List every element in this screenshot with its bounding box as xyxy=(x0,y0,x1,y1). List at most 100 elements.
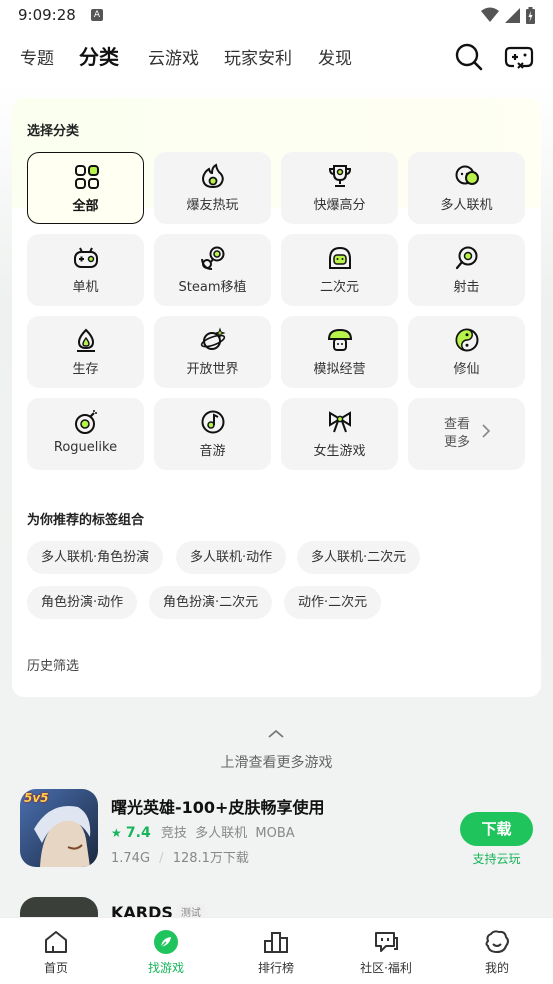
history-filter-title: 历史筛选 xyxy=(27,659,80,674)
tab-cloud-games[interactable]: 云游戏 xyxy=(148,44,199,69)
category-roguelike[interactable]: Roguelike xyxy=(27,398,144,470)
category-cultivation[interactable]: 修仙 xyxy=(408,316,525,388)
category-survival[interactable]: 生存 xyxy=(27,316,144,388)
trophy-icon xyxy=(328,165,352,187)
category-card: 选择分类 全部 爆友热玩 快爆高分 多人联机 单机 Steam移植 二次元 射击… xyxy=(12,98,541,697)
nav-home[interactable]: 首页 xyxy=(1,918,111,984)
category-see-more[interactable]: 查看更多 xyxy=(408,398,525,470)
nav-label: 我的 xyxy=(484,961,509,975)
game-icon[interactable]: 5v5 xyxy=(20,789,98,867)
tab-topics[interactable]: 专题 xyxy=(20,44,54,69)
wifi-icon xyxy=(481,7,499,22)
see-more-label: 查看更多 xyxy=(444,417,471,450)
category-label: 单机 xyxy=(72,280,99,295)
tag-chip[interactable]: 动作·二次元 xyxy=(284,586,382,619)
select-category-title: 选择分类 xyxy=(27,124,80,139)
category-label: Steam移植 xyxy=(178,280,247,295)
category-open-world[interactable]: 开放世界 xyxy=(154,316,271,388)
game-icon-badge: 5v5 xyxy=(24,791,49,805)
game-tags: 竞技 多人联机 MOBA xyxy=(160,826,295,841)
nav-community[interactable]: 社区·福利 xyxy=(331,918,441,984)
category-label: 模拟经营 xyxy=(313,362,366,377)
bow-icon xyxy=(329,411,351,433)
anime-icon xyxy=(329,246,351,269)
category-label: 二次元 xyxy=(319,280,359,295)
tag-chip[interactable]: 角色扮演·动作 xyxy=(27,586,138,619)
nav-find-game[interactable]: 找游戏 xyxy=(111,918,221,984)
download-button[interactable]: 下载 xyxy=(460,812,533,846)
category-rhythm[interactable]: 音游 xyxy=(154,398,271,470)
status-bar: 9:09:28 A xyxy=(0,0,553,30)
search-icon[interactable] xyxy=(454,42,484,72)
steam-icon xyxy=(201,246,225,270)
nav-label: 首页 xyxy=(43,961,68,975)
tab-player-picks[interactable]: 玩家安利 xyxy=(224,44,292,69)
category-label: 生存 xyxy=(72,362,99,377)
planet-icon xyxy=(200,327,226,350)
category-label: 修仙 xyxy=(453,362,480,377)
nav-label: 社区·福利 xyxy=(360,961,412,975)
category-label: 多人联机 xyxy=(440,198,493,213)
category-simulation[interactable]: 模拟经营 xyxy=(281,316,398,388)
category-label: Roguelike xyxy=(53,440,118,455)
game-size: 1.74G xyxy=(111,851,151,866)
star-icon: ★ xyxy=(111,826,122,840)
signal-icon xyxy=(505,7,520,23)
tag-chip[interactable]: 角色扮演·二次元 xyxy=(149,586,273,619)
category-anime[interactable]: 二次元 xyxy=(281,234,398,306)
find-game-icon xyxy=(154,930,178,954)
music-icon xyxy=(201,410,225,434)
campfire-icon xyxy=(77,328,95,352)
category-label: 开放世界 xyxy=(186,362,239,377)
fire-icon xyxy=(201,163,224,189)
nav-profile[interactable]: 我的 xyxy=(442,918,552,984)
chevron-up-icon xyxy=(268,729,284,738)
nav-label: 找游戏 xyxy=(147,961,184,975)
gamepad-icon xyxy=(74,247,98,268)
profile-icon xyxy=(485,930,509,954)
top-tab-bar: 专题 分类 云游戏 玩家安利 发现 xyxy=(0,38,553,78)
taiji-icon xyxy=(455,328,479,352)
game-downloads: 128.1万下载 xyxy=(172,851,249,866)
category-steam-port[interactable]: Steam移植 xyxy=(154,234,271,306)
tag-chip[interactable]: 多人联机·角色扮演 xyxy=(27,541,164,574)
game-meta: ★ 7.4 竞技 多人联机 MOBA xyxy=(111,822,295,841)
category-top-rated[interactable]: 快爆高分 xyxy=(281,152,398,224)
shoot-icon xyxy=(455,246,478,270)
tag-chip[interactable]: 多人联机·二次元 xyxy=(297,541,421,574)
ranking-icon xyxy=(264,932,288,953)
chevron-right-icon xyxy=(482,424,490,438)
category-label: 全部 xyxy=(72,199,99,214)
category-shooter[interactable]: 射击 xyxy=(408,234,525,306)
category-label: 音游 xyxy=(199,444,226,459)
community-icon xyxy=(375,932,398,952)
category-label: 射击 xyxy=(453,280,480,295)
tab-discover[interactable]: 发现 xyxy=(318,44,352,69)
category-girls-games[interactable]: 女生游戏 xyxy=(281,398,398,470)
status-icons xyxy=(481,6,535,24)
cloud-play-link[interactable]: 支持云玩 xyxy=(460,850,533,867)
game-stats: 1.74G / 128.1万下载 xyxy=(111,851,249,866)
game-controller-icon[interactable] xyxy=(504,42,534,72)
bottom-nav: 首页 找游戏 排行榜 社区·福利 我的 xyxy=(0,917,553,984)
mushroom-icon xyxy=(327,328,353,351)
game-rating: 7.4 xyxy=(125,825,151,841)
tab-categories[interactable]: 分类 xyxy=(79,41,119,70)
nav-ranking[interactable]: 排行榜 xyxy=(221,918,331,984)
status-time: 9:09:28 xyxy=(18,6,76,24)
nav-label: 排行榜 xyxy=(257,961,294,975)
recommended-tags-title: 为你推荐的标签组合 xyxy=(27,513,145,528)
category-label: 快爆高分 xyxy=(313,198,366,213)
category-single-player[interactable]: 单机 xyxy=(27,234,144,306)
tag-chip[interactable]: 多人联机·动作 xyxy=(176,541,287,574)
multiplayer-icon xyxy=(455,165,479,185)
notification-a-icon: A xyxy=(91,9,103,21)
swipe-up-hint: 上滑查看更多游戏 xyxy=(220,755,333,771)
home-icon xyxy=(45,931,67,953)
category-all[interactable]: 全部 xyxy=(27,152,144,224)
bomb-icon xyxy=(75,410,97,434)
grid-icon xyxy=(75,165,99,189)
category-multiplayer[interactable]: 多人联机 xyxy=(408,152,525,224)
category-hot[interactable]: 爆友热玩 xyxy=(154,152,271,224)
game-title: 曙光英雄-100+皮肤畅享使用 xyxy=(111,798,325,817)
